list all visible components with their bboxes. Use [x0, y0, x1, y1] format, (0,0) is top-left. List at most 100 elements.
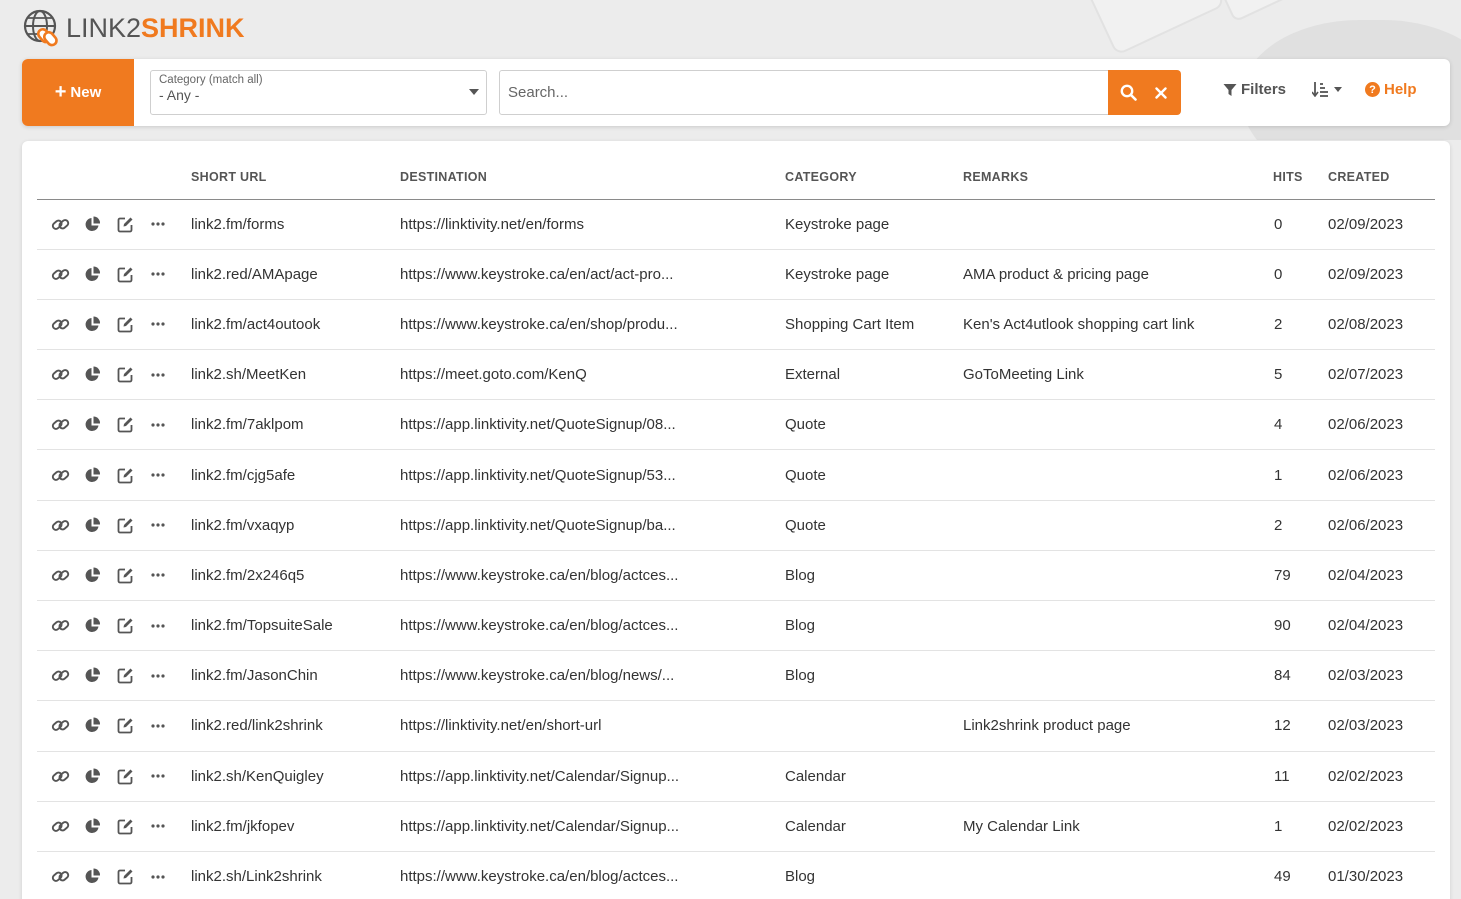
edit-button[interactable]: [117, 765, 150, 787]
edit-button[interactable]: [117, 715, 150, 737]
table-row[interactable]: link2.fm/forms https://linktivity.net/en…: [37, 199, 1435, 250]
column-header-short-url[interactable]: SHORT URL: [191, 155, 400, 200]
stats-button[interactable]: [84, 564, 117, 586]
more-options-button[interactable]: [150, 564, 183, 586]
table-row[interactable]: link2.sh/MeetKen https://meet.goto.com/K…: [37, 349, 1435, 401]
edit-button[interactable]: [117, 615, 150, 637]
stats-button[interactable]: [84, 866, 117, 888]
new-link-button[interactable]: + New: [22, 59, 134, 126]
copy-link-button[interactable]: [51, 514, 84, 536]
more-options-button[interactable]: [150, 464, 183, 486]
stats-button[interactable]: [84, 464, 117, 486]
column-header-category[interactable]: CATEGORY: [785, 155, 963, 200]
table-row[interactable]: link2.red/AMApage https://www.keystroke.…: [37, 249, 1435, 300]
short-url-cell[interactable]: link2.sh/MeetKen: [191, 349, 400, 401]
short-url-cell[interactable]: link2.fm/JasonChin: [191, 650, 400, 702]
stats-button[interactable]: [84, 615, 117, 637]
edit-button[interactable]: [117, 213, 150, 235]
more-options-button[interactable]: [150, 313, 183, 335]
app-logo[interactable]: LINK2SHRINK: [22, 9, 245, 47]
sort-button[interactable]: [1312, 81, 1342, 97]
copy-link-button[interactable]: [51, 313, 84, 335]
table-row[interactable]: link2.sh/KenQuigley https://app.linktivi…: [37, 751, 1435, 802]
stats-button[interactable]: [84, 665, 117, 687]
search-input[interactable]: [499, 70, 1109, 115]
clear-search-button[interactable]: [1146, 78, 1176, 108]
short-url-cell[interactable]: link2.sh/Link2shrink: [191, 851, 400, 899]
copy-link-button[interactable]: [51, 364, 84, 386]
copy-link-button[interactable]: [51, 665, 84, 687]
more-options-button[interactable]: [150, 364, 183, 386]
copy-link-button[interactable]: [51, 263, 84, 285]
category-select[interactable]: Category (match all) - Any -: [150, 70, 487, 115]
help-button[interactable]: ? Help: [1365, 81, 1417, 98]
table-row[interactable]: link2.sh/Link2shrink https://www.keystro…: [37, 851, 1435, 899]
more-options-button[interactable]: [150, 715, 183, 737]
table-row[interactable]: link2.fm/TopsuiteSale https://www.keystr…: [37, 600, 1435, 652]
stats-button[interactable]: [84, 313, 117, 335]
logo-text: LINK2SHRINK: [66, 12, 245, 43]
short-url-cell[interactable]: link2.fm/jkfopev: [191, 801, 400, 852]
edit-button[interactable]: [117, 414, 150, 436]
search-button[interactable]: [1113, 78, 1143, 108]
short-url-cell[interactable]: link2.fm/forms: [191, 199, 400, 250]
copy-link-button[interactable]: [51, 414, 84, 436]
copy-link-button[interactable]: [51, 815, 84, 837]
short-url-cell[interactable]: link2.fm/vxaqyp: [191, 500, 400, 551]
stats-button[interactable]: [84, 364, 117, 386]
more-options-button[interactable]: [150, 615, 183, 637]
short-url-cell[interactable]: link2.fm/TopsuiteSale: [191, 600, 400, 652]
more-options-button[interactable]: [150, 514, 183, 536]
more-options-button[interactable]: [150, 765, 183, 787]
more-options-button[interactable]: [150, 866, 183, 888]
edit-button[interactable]: [117, 263, 150, 285]
column-header-remarks[interactable]: REMARKS: [963, 155, 1273, 200]
table-row[interactable]: link2.fm/jkfopev https://app.linktivity.…: [37, 801, 1435, 852]
table-row[interactable]: link2.fm/cjg5afe https://app.linktivity.…: [37, 449, 1435, 501]
short-url-cell[interactable]: link2.red/AMApage: [191, 249, 400, 300]
copy-link-button[interactable]: [51, 564, 84, 586]
table-row[interactable]: link2.red/link2shrink https://linktivity…: [37, 700, 1435, 752]
table-row[interactable]: link2.fm/vxaqyp https://app.linktivity.n…: [37, 500, 1435, 551]
table-row[interactable]: link2.fm/act4outook https://www.keystrok…: [37, 299, 1435, 351]
column-header-hits[interactable]: HITS: [1273, 155, 1328, 200]
short-url-cell[interactable]: link2.fm/act4outook: [191, 299, 400, 351]
short-url-cell[interactable]: link2.red/link2shrink: [191, 700, 400, 752]
edit-button[interactable]: [117, 514, 150, 536]
stats-button[interactable]: [84, 765, 117, 787]
stats-button[interactable]: [84, 815, 117, 837]
more-options-button[interactable]: [150, 213, 183, 235]
more-options-button[interactable]: [150, 263, 183, 285]
more-options-button[interactable]: [150, 665, 183, 687]
filters-button[interactable]: Filters: [1223, 81, 1286, 98]
edit-button[interactable]: [117, 665, 150, 687]
copy-link-button[interactable]: [51, 715, 84, 737]
column-header-destination[interactable]: DESTINATION: [400, 155, 785, 200]
stats-button[interactable]: [84, 213, 117, 235]
table-row[interactable]: link2.fm/7aklpom https://app.linktivity.…: [37, 399, 1435, 451]
edit-button[interactable]: [117, 564, 150, 586]
more-options-button[interactable]: [150, 815, 183, 837]
stats-button[interactable]: [84, 514, 117, 536]
edit-button[interactable]: [117, 313, 150, 335]
copy-link-button[interactable]: [51, 213, 84, 235]
stats-button[interactable]: [84, 263, 117, 285]
short-url-cell[interactable]: link2.fm/7aklpom: [191, 399, 400, 451]
stats-button[interactable]: [84, 414, 117, 436]
copy-link-button[interactable]: [51, 615, 84, 637]
more-options-button[interactable]: [150, 414, 183, 436]
table-row[interactable]: link2.fm/JasonChin https://www.keystroke…: [37, 650, 1435, 702]
stats-button[interactable]: [84, 715, 117, 737]
edit-button[interactable]: [117, 815, 150, 837]
table-row[interactable]: link2.fm/2x246q5 https://www.keystroke.c…: [37, 550, 1435, 602]
short-url-cell[interactable]: link2.sh/KenQuigley: [191, 751, 400, 802]
edit-button[interactable]: [117, 464, 150, 486]
copy-link-button[interactable]: [51, 866, 84, 888]
column-header-created[interactable]: CREATED: [1328, 155, 1435, 200]
short-url-cell[interactable]: link2.fm/2x246q5: [191, 550, 400, 602]
edit-button[interactable]: [117, 364, 150, 386]
short-url-cell[interactable]: link2.fm/cjg5afe: [191, 449, 400, 501]
edit-button[interactable]: [117, 866, 150, 888]
copy-link-button[interactable]: [51, 464, 84, 486]
copy-link-button[interactable]: [51, 765, 84, 787]
